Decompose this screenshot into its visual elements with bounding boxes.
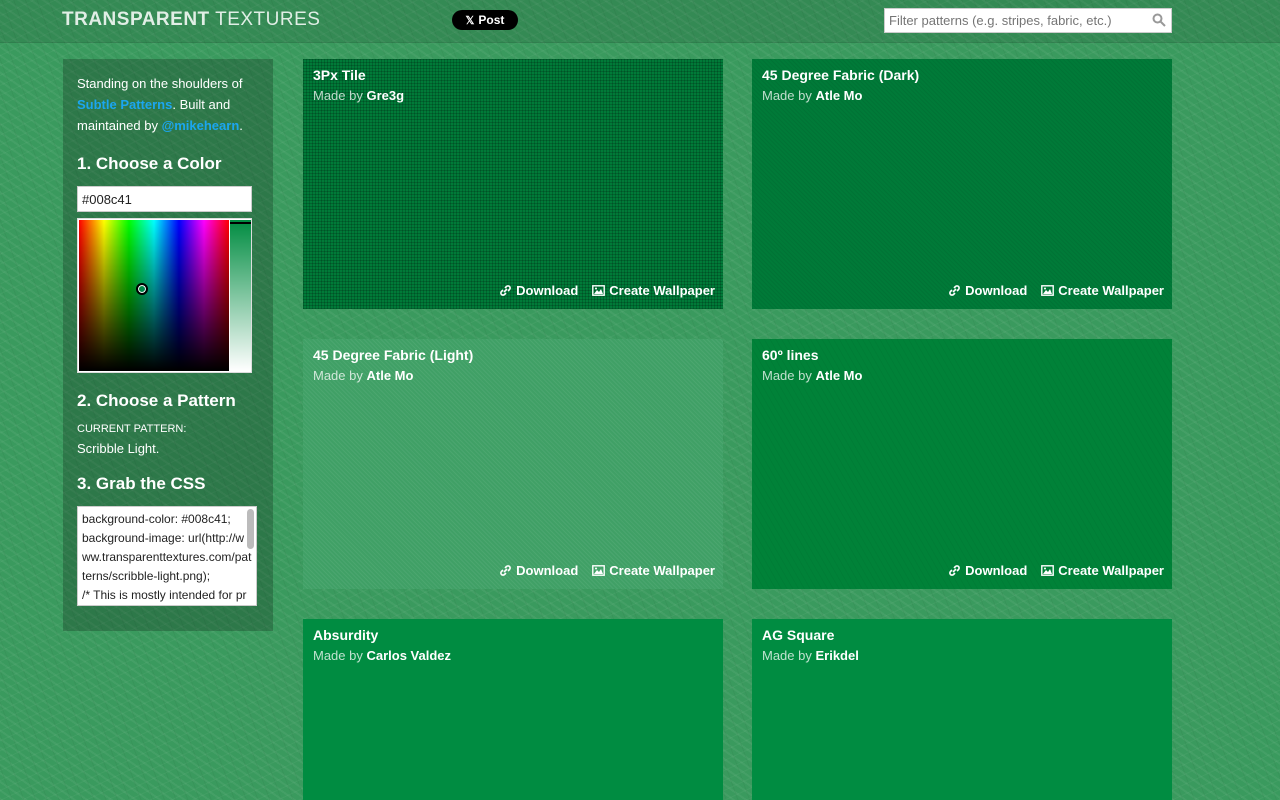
image-icon	[592, 285, 606, 296]
made-by-label: Made by	[762, 368, 816, 383]
pattern-title: AG Square	[762, 627, 835, 643]
post-label: Post	[478, 13, 505, 27]
card-actions: Download Create Wallpaper	[499, 563, 715, 578]
card-actions: Download Create Wallpaper	[948, 563, 1164, 578]
pattern-title: 45 Degree Fabric (Light)	[313, 347, 474, 363]
link-icon	[949, 565, 961, 576]
saturation-area[interactable]	[79, 220, 229, 371]
create-wallpaper-link[interactable]: Create Wallpaper	[592, 283, 715, 298]
pattern-author: Made by Atle Mo	[762, 88, 862, 103]
step2-heading: 2. Choose a Pattern	[77, 391, 236, 410]
color-picker-handle[interactable]	[136, 283, 148, 295]
download-label: Download	[965, 563, 1028, 578]
pattern-card[interactable]: 45 Degree Fabric (Dark) Made by Atle Mo …	[752, 59, 1172, 309]
mikehearn-link[interactable]: @mikehearn	[162, 118, 240, 133]
pattern-title: Absurdity	[313, 627, 379, 643]
pattern-author: Made by Erikdel	[762, 648, 859, 663]
made-by-label: Made by	[762, 88, 816, 103]
x-post-button[interactable]: 𝕏 Post	[452, 10, 518, 30]
download-label: Download	[516, 283, 579, 298]
author-name: Gre3g	[366, 88, 405, 103]
card-actions: Download Create Wallpaper	[948, 283, 1164, 298]
pattern-card[interactable]: AG Square Made by Erikdel	[752, 619, 1172, 800]
pattern-author: Made by Carlos Valdez	[313, 648, 451, 663]
pattern-card[interactable]: 45 Degree Fabric (Light) Made by Atle Mo…	[303, 339, 723, 589]
x-logo-icon: 𝕏	[465, 14, 475, 27]
create-wallpaper-link[interactable]: Create Wallpaper	[1041, 283, 1164, 298]
scrollbar-thumb[interactable]	[247, 509, 254, 549]
made-by-label: Made by	[313, 368, 367, 383]
intro-pre: Standing on the shoulders of	[77, 76, 243, 91]
image-icon	[1041, 285, 1055, 296]
create-wallpaper-link[interactable]: Create Wallpaper	[1041, 563, 1164, 578]
download-label: Download	[516, 563, 579, 578]
site-logo[interactable]: TRANSPARENT TEXTURES	[62, 9, 320, 31]
author-name: Carlos Valdez	[366, 648, 452, 663]
subtle-patterns-link[interactable]: Subtle Patterns	[77, 97, 172, 112]
made-by-label: Made by	[313, 88, 367, 103]
intro-text: Standing on the shoulders of Subtle Patt…	[77, 73, 259, 136]
pattern-card[interactable]: 3Px Tile Made by Gre3g Download Create W…	[303, 59, 723, 309]
wallpaper-label: Create Wallpaper	[609, 563, 715, 578]
wallpaper-label: Create Wallpaper	[1058, 563, 1164, 578]
author-name: Erikdel	[815, 648, 859, 663]
image-icon	[592, 565, 606, 576]
download-label: Download	[965, 283, 1028, 298]
create-wallpaper-link[interactable]: Create Wallpaper	[592, 563, 715, 578]
image-icon	[1041, 565, 1055, 576]
pattern-author: Made by Gre3g	[313, 88, 404, 103]
wallpaper-label: Create Wallpaper	[609, 283, 715, 298]
download-link[interactable]: Download	[948, 563, 1027, 578]
author-name: Atle Mo	[366, 368, 414, 383]
color-hex-input[interactable]	[77, 186, 252, 212]
link-icon	[500, 285, 512, 296]
download-link[interactable]: Download	[499, 563, 578, 578]
css-output-textarea[interactable]: background-color: #008c41; background-im…	[77, 506, 257, 606]
current-pattern-label: CURRENT PATTERN:	[77, 423, 187, 435]
pattern-card[interactable]: Absurdity Made by Carlos Valdez	[303, 619, 723, 800]
pattern-title: 3Px Tile	[313, 67, 366, 83]
author-name: Atle Mo	[815, 88, 863, 103]
search-box	[884, 8, 1172, 33]
search-input[interactable]	[885, 9, 1145, 32]
made-by-label: Made by	[313, 648, 367, 663]
download-link[interactable]: Download	[499, 283, 578, 298]
css-text: background-color: #008c41; background-im…	[82, 512, 252, 602]
pattern-author: Made by Atle Mo	[762, 368, 862, 383]
search-icon[interactable]	[1152, 13, 1166, 27]
pattern-title: 45 Degree Fabric (Dark)	[762, 67, 920, 83]
color-picker	[77, 218, 252, 373]
made-by-label: Made by	[762, 648, 816, 663]
link-icon	[949, 285, 961, 296]
pattern-title: 60º lines	[762, 347, 819, 363]
download-link[interactable]: Download	[948, 283, 1027, 298]
intro-post: .	[239, 118, 243, 133]
author-name: Atle Mo	[815, 368, 863, 383]
current-pattern-value: Scribble Light.	[77, 441, 160, 456]
logo-light-text: TEXTURES	[209, 9, 321, 30]
sidebar: Standing on the shoulders of Subtle Patt…	[63, 59, 273, 631]
wallpaper-label: Create Wallpaper	[1058, 283, 1164, 298]
step1-heading: 1. Choose a Color	[77, 154, 222, 173]
hue-slider[interactable]	[230, 220, 251, 371]
pattern-card[interactable]: 60º lines Made by Atle Mo Download Creat…	[752, 339, 1172, 589]
card-actions: Download Create Wallpaper	[499, 283, 715, 298]
step3-heading: 3. Grab the CSS	[77, 474, 206, 493]
top-bar: TRANSPARENT TEXTURES 𝕏 Post	[0, 0, 1280, 43]
logo-bold-text: TRANSPARENT	[62, 9, 210, 30]
pattern-author: Made by Atle Mo	[313, 368, 413, 383]
link-icon	[500, 565, 512, 576]
